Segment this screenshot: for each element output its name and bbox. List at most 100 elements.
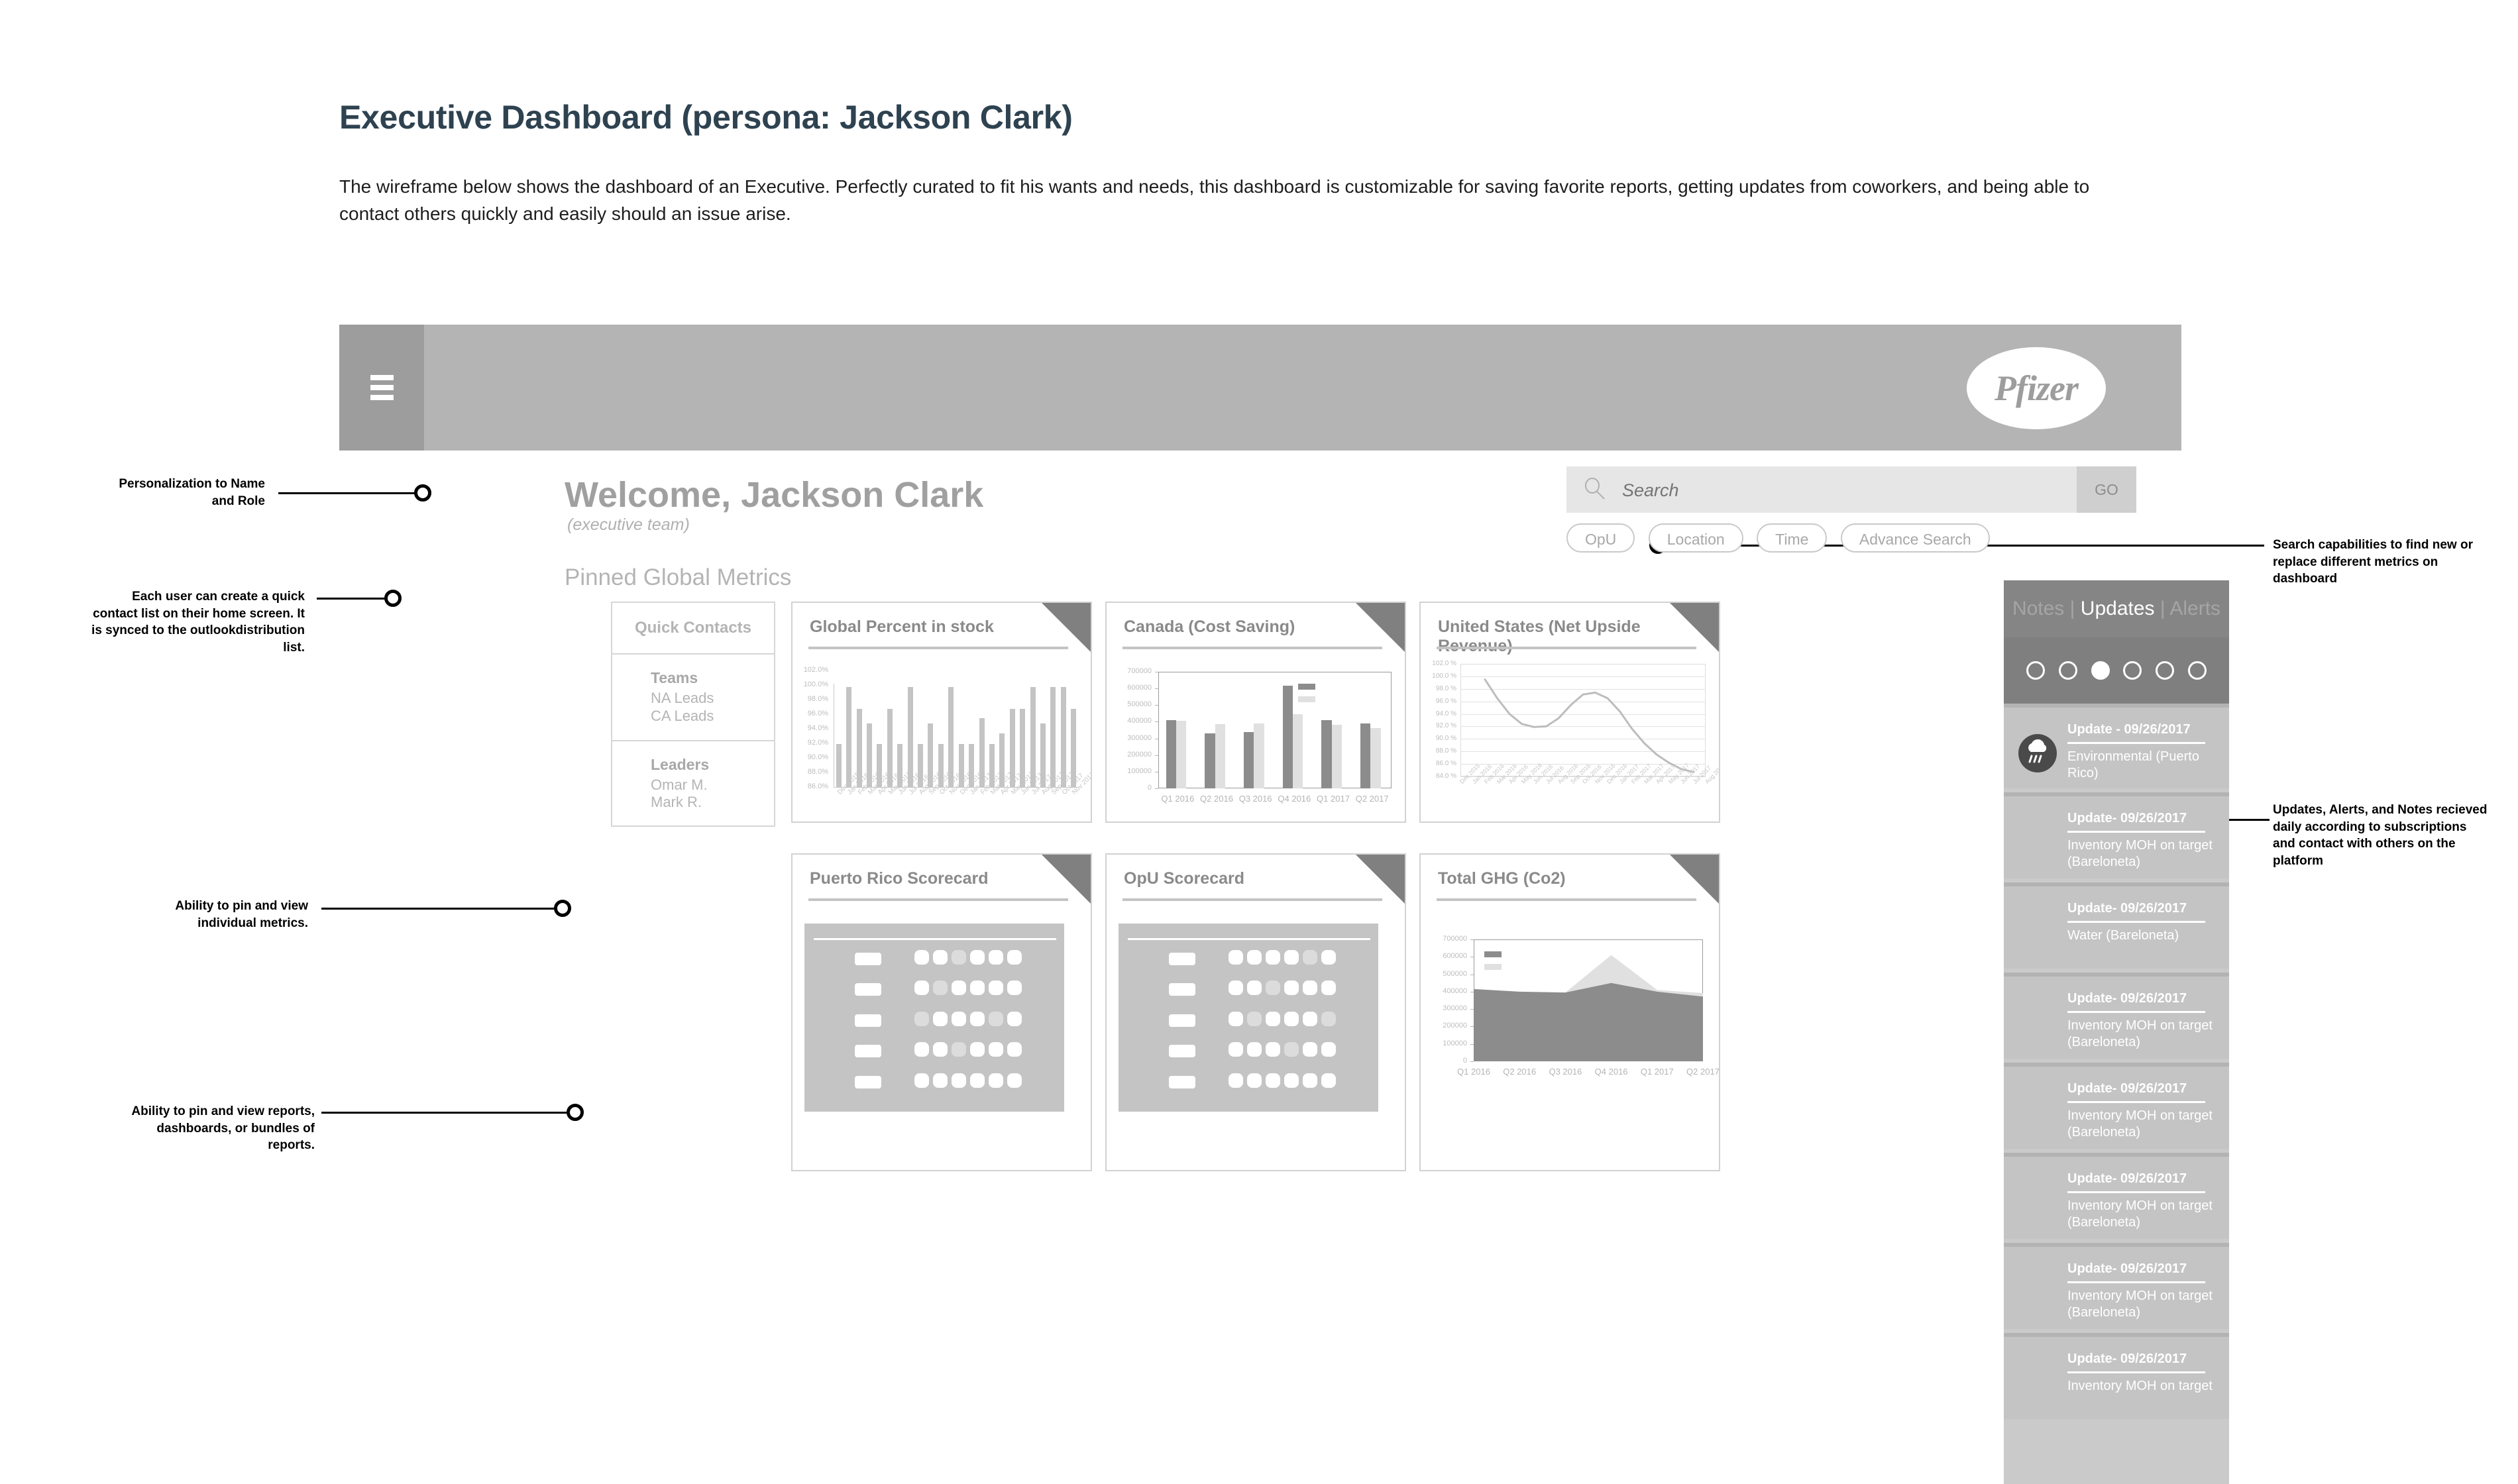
scorecard-cell [1284, 980, 1299, 996]
notification-item[interactable]: Update- 09/26/2017 Inventory MOH on targe… [2004, 1153, 2229, 1239]
x-axis-tick-label: Q2 2016 [1200, 794, 1233, 804]
legend-swatch [1484, 964, 1502, 971]
search-input[interactable] [1621, 466, 2061, 514]
pin-corner-icon[interactable] [1356, 855, 1405, 904]
notification-item[interactable]: Update - 09/26/2017 Environmental (Puerto… [2004, 704, 2229, 788]
filter-pill-opu[interactable]: OpU [1566, 523, 1635, 553]
tab-updates[interactable]: Updates [2081, 598, 2155, 619]
notification-body: Inventory MOH on target (Bareloneta) [2067, 1108, 2213, 1140]
notification-date: Update- 09/26/2017 [2067, 1171, 2187, 1186]
notification-item[interactable]: Update- 09/26/2017 Inventory MOH on targe… [2004, 1243, 2229, 1329]
scorecard-cell [970, 980, 985, 996]
y-axis-tick [1155, 705, 1158, 706]
card-title: Puerto Rico Scorecard [810, 869, 989, 888]
scorecard-header-rule [814, 938, 1056, 940]
notification-divider [2067, 742, 2205, 744]
bar [1176, 720, 1187, 788]
card-rule [1122, 898, 1382, 901]
notifications-pager [2004, 637, 2229, 704]
scorecard-cell [1284, 1073, 1299, 1088]
tab-alerts[interactable]: Alerts [2169, 598, 2220, 619]
notification-item[interactable]: Update- 09/26/2017 Inventory MOH on targe… [2004, 1333, 2229, 1419]
scorecard-row-label [855, 953, 881, 965]
search-filter-pills: OpU Location Time Advance Search [1566, 523, 2000, 555]
card-rule [1437, 647, 1696, 649]
pin-corner-icon[interactable] [1042, 603, 1091, 652]
search-go-button[interactable]: GO [2077, 466, 2136, 513]
bar [846, 687, 852, 787]
pager-dot[interactable] [2091, 661, 2110, 680]
card-canada-cost-saving[interactable]: Canada (Cost Saving) 700000 600000 500000 4… [1105, 602, 1406, 823]
scorecard-cell [970, 1011, 985, 1026]
y-axis-tick [1155, 721, 1158, 723]
pin-corner-icon[interactable] [1356, 603, 1405, 652]
notification-divider [2067, 1011, 2205, 1013]
notification-divider [2067, 831, 2205, 833]
quick-contacts-group-leaders: Leaders Omar M. Mark R. [612, 741, 774, 827]
scorecard-row-label [855, 983, 881, 996]
tab-notes[interactable]: Notes [2012, 598, 2064, 619]
pager-dot[interactable] [2123, 661, 2142, 680]
x-axis-tick-label: Q1 2016 [1457, 1067, 1490, 1077]
y-axis-tick-label: 600000 [1127, 684, 1152, 692]
x-axis-tick-label: Q2 2017 [1686, 1067, 1720, 1077]
scorecard-cell [933, 1042, 948, 1057]
notification-item[interactable]: Update- 09/26/2017 Inventory MOH on targe… [2004, 1063, 2229, 1149]
filter-pill-time[interactable]: Time [1757, 523, 1828, 553]
bar [836, 744, 842, 787]
scorecard-cell [1247, 1011, 1262, 1026]
filter-pill-location[interactable]: Location [1648, 523, 1743, 553]
x-axis-tick-label: Q1 2017 [1317, 794, 1350, 804]
notification-body: Water (Bareloneta) [2067, 928, 2179, 943]
quick-contact-item[interactable]: CA Leads [651, 708, 774, 725]
bar [1321, 719, 1332, 788]
area-series [1474, 955, 1703, 1061]
scorecard-cell [1303, 1073, 1317, 1088]
legend-swatch [1298, 683, 1316, 690]
welcome-title: Welcome, Jackson Clark [565, 475, 984, 515]
notification-item[interactable]: Update- 09/26/2017 Water (Bareloneta) [2004, 882, 2229, 969]
card-global-percent-in-stock[interactable]: Global Percent in stock 102.0% 100.0% 98.0… [791, 602, 1092, 823]
scorecard-cell [952, 1042, 966, 1057]
y-axis-tick-label: 100000 [1127, 767, 1152, 775]
pin-corner-icon[interactable] [1042, 855, 1091, 904]
card-total-ghg-co2[interactable]: Total GHG (Co2) 700000 600000 500000 400000… [1419, 853, 1720, 1171]
bar [1215, 724, 1225, 788]
card-puerto-rico-scorecard[interactable]: Puerto Rico Scorecard [791, 853, 1092, 1171]
notification-item[interactable]: Update- 09/26/2017 Inventory MOH on targe… [2004, 973, 2229, 1059]
pin-corner-icon[interactable] [1670, 855, 1719, 904]
pager-dot[interactable] [2026, 661, 2045, 680]
bar [1360, 723, 1371, 788]
plot-frame [1158, 672, 1392, 788]
quick-contact-item[interactable]: Mark R. [651, 794, 774, 812]
scorecard-cell [1284, 1011, 1299, 1026]
card-title: Canada (Cost Saving) [1124, 617, 1295, 636]
card-united-states-net-upside-revenue[interactable]: United States (Net Upside Revenue) 102.0… [1419, 602, 1720, 823]
pfizer-logo-text: Pfizer [1995, 368, 2079, 408]
quick-contacts-group-heading: Leaders [651, 755, 710, 773]
search-field[interactable] [1566, 466, 2077, 514]
scorecard-cell [933, 1073, 948, 1088]
scorecard-cell [933, 950, 948, 965]
scorecard-cell [989, 1042, 1003, 1057]
pager-dot[interactable] [2058, 661, 2077, 680]
line-series [1484, 678, 1694, 773]
scorecard-cell [952, 1011, 966, 1026]
pager-dot[interactable] [2156, 661, 2175, 680]
quick-contact-item[interactable]: Omar M. [651, 776, 774, 794]
scorecard-cell [914, 950, 929, 965]
notification-body: Environmental (Puerto Rico) [2067, 749, 2199, 780]
y-axis-tick-label: 200000 [1127, 750, 1152, 759]
menu-button[interactable] [339, 325, 424, 450]
notification-item[interactable]: Update- 09/26/2017 Inventory MOH on targe… [2004, 792, 2229, 878]
x-axis-tick-label: Q1 2016 [1161, 794, 1195, 804]
notification-body: Inventory MOH on target [2067, 1379, 2213, 1393]
quick-contact-item[interactable]: NA Leads [651, 690, 774, 708]
card-opu-scorecard[interactable]: OpU Scorecard [1105, 853, 1406, 1171]
filter-pill-advance-search[interactable]: Advance Search [1840, 523, 1990, 553]
pager-dot[interactable] [2188, 661, 2207, 680]
scorecard-cell [952, 1073, 966, 1088]
y-axis-tick-label: 0 [1147, 784, 1152, 792]
annotation-search-capabilities: Search capabilities to find new or repla… [2273, 538, 2473, 586]
tab-separator: | [2069, 598, 2075, 619]
